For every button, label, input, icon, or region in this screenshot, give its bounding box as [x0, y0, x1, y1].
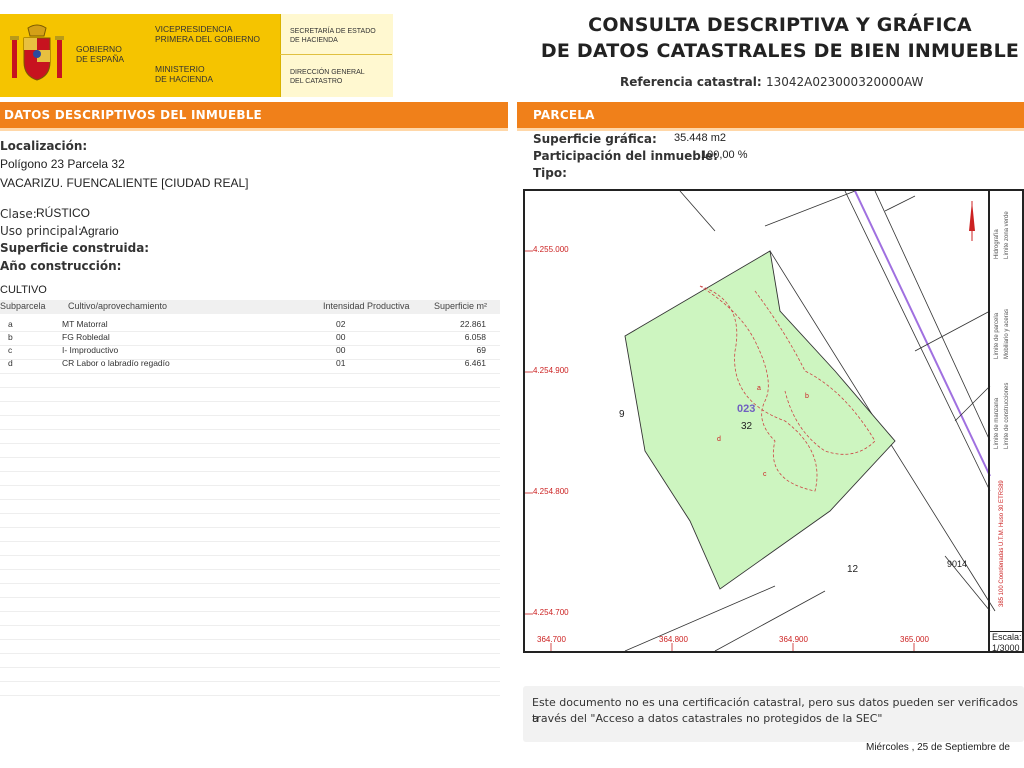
table-stripes: [0, 318, 500, 698]
cell-sub: c: [8, 345, 13, 355]
cell-superficie: 6.461: [464, 358, 486, 368]
date-label: Miércoles , 25 de Septiembre de: [866, 742, 1010, 753]
class-value: RÚSTICO: [36, 206, 90, 220]
scale-value: 1/3000: [992, 643, 1020, 653]
legend-item: Mobiliario y aceras: [1004, 308, 1010, 359]
banner-divider: [280, 54, 392, 55]
graphic-area-value: 35.448 m2: [674, 132, 726, 144]
participation-value: 100,00 %: [701, 149, 748, 161]
scale-label: Escala:: [992, 632, 1022, 642]
boundary-line: [884, 195, 916, 212]
cell-intensidad: 01: [336, 358, 346, 368]
table-header-subparcela: Subparcela: [0, 301, 46, 311]
ministry-label: MINISTERIO DE HACIENDA: [155, 64, 214, 84]
section-title-parcel: PARCELA: [533, 108, 595, 122]
class-label: Clase:: [0, 207, 37, 221]
legend-coordinates: 385 100 Coordenadas U.T.M. Huso 30 ETRS8…: [999, 480, 1005, 607]
cadastral-ref-value: 13042A023000320000AW: [766, 75, 924, 89]
boundary-line: [914, 310, 991, 352]
section-bar-descriptive: DATOS DESCRIPTIVOS DEL INMUEBLE: [0, 102, 508, 131]
boundary-line: [764, 191, 856, 227]
y-coord-label: 4.254.700: [533, 608, 569, 617]
boundary-line: [624, 585, 776, 651]
cadastral-ref-label: Referencia catastral:: [620, 75, 762, 89]
cell-cultivo: MT Matorral: [62, 319, 108, 329]
directorate-label: DIRECCIÓN GENERAL DEL CATASTRO: [290, 69, 365, 85]
boundary-line: [679, 191, 716, 232]
table-header-intensidad: Intensidad Productiva: [323, 301, 410, 311]
cell-cultivo: CR Labor o labradío regadío: [62, 358, 170, 368]
legend-item: Límite de construcciones: [1004, 382, 1010, 449]
location-line1: Polígono 23 Parcela 32: [0, 157, 125, 171]
table-row: d CR Labor o labradío regadío 01 6.461: [0, 358, 500, 371]
cell-superficie: 6.058: [464, 332, 486, 342]
table-row: b FG Robledal 00 6.058: [0, 332, 500, 345]
y-coord-label: 4.254.900: [533, 366, 569, 375]
coat-of-arms-icon: [10, 24, 64, 81]
disclaimer-line2: través del "Acceso a datos catastrales n…: [532, 712, 883, 725]
type-label: Tipo:: [533, 166, 567, 180]
cell-sub: b: [8, 332, 13, 342]
crop-title: CULTIVO: [0, 284, 47, 296]
neighbor-parcel-label: 9: [619, 409, 625, 420]
cell-cultivo: I- Improductivo: [62, 345, 119, 355]
participation-label: Participación del inmueble:: [533, 149, 718, 163]
cell-superficie: 22.861: [460, 319, 486, 329]
page-title: CONSULTA DESCRIPTIVA Y GRÁFICA DE DATOS …: [540, 14, 1020, 62]
table-row: c I- Improductivo 00 69: [0, 345, 500, 358]
x-coord-label: 365.000: [900, 635, 929, 644]
x-coord-label: 364.700: [537, 635, 566, 644]
cell-sub: d: [8, 358, 13, 368]
map-legend: Límite de parcela Mobiliario y aceras Hi…: [988, 189, 1024, 653]
graphic-area-label: Superficie gráfica:: [533, 132, 657, 146]
x-coord-label: 364.900: [779, 635, 808, 644]
cadastral-map[interactable]: 4.255.000 4.254.900 4.254.800 4.254.700 …: [523, 189, 1024, 653]
main-use-value: Agrario: [80, 224, 119, 238]
cell-cultivo: FG Robledal: [62, 332, 110, 342]
legend-item: Límite de manzana: [994, 397, 1000, 449]
vicepresidency-label: VICEPRESIDENCIA PRIMERA DEL GOBIERNO: [155, 24, 261, 44]
boundary-line: [714, 590, 826, 651]
built-area-label: Superficie construida:: [0, 241, 150, 255]
construction-year-label: Año construcción:: [0, 259, 122, 273]
cell-intensidad: 00: [336, 345, 346, 355]
parcel-polygon[interactable]: [624, 250, 896, 590]
legend-item: Límite de parcela: [994, 312, 1000, 359]
table-header-cultivo: Cultivo/aprovechamiento: [68, 301, 168, 311]
cell-intensidad: 02: [336, 319, 346, 329]
table-header-superficie: Superficie m²: [434, 301, 488, 311]
subparcel-label: c: [763, 471, 767, 478]
main-use-label: Uso principal:: [0, 224, 82, 238]
polygon-code-label: 023: [737, 403, 756, 415]
neighbor-parcel-label: 12: [847, 564, 859, 575]
section-bar-parcel: PARCELA: [517, 102, 1024, 131]
location-label: Localización:: [0, 139, 88, 153]
parcel-number-label: 32: [741, 421, 753, 432]
crop-table-body: a MT Matorral 02 22.861 b FG Robledal 00…: [0, 319, 500, 371]
subparcel-label: d: [717, 436, 721, 443]
legend-item: Límite zona verde: [1004, 211, 1010, 259]
location-line2: VACARIZU. FUENCALIENTE [CIUDAD REAL]: [0, 176, 249, 190]
map-svg: [525, 191, 996, 651]
disclaimer-box: Este documento no es una certificación c…: [523, 686, 1024, 742]
section-title-descriptive: DATOS DESCRIPTIVOS DEL INMUEBLE: [4, 108, 262, 122]
cell-sub: a: [8, 319, 13, 329]
cell-intensidad: 00: [336, 332, 346, 342]
y-coord-label: 4.255.000: [533, 245, 569, 254]
table-row: a MT Matorral 02 22.861: [0, 319, 500, 332]
neighbor-parcel-label: 9014: [947, 559, 968, 569]
cell-superficie: 69: [476, 345, 486, 355]
subparcel-label: a: [757, 385, 761, 392]
boundary-line: [954, 385, 991, 422]
x-coord-label: 364.800: [659, 635, 688, 644]
legend-item: Hidrografía: [994, 229, 1000, 259]
subparcel-label: b: [805, 393, 809, 400]
secretary-label: SECRETARÍA DE ESTADO DE HACIENDA: [290, 28, 376, 44]
gov-spain-label: GOBIERNO DE ESPAÑA: [76, 44, 125, 64]
y-coord-label: 4.254.800: [533, 487, 569, 496]
